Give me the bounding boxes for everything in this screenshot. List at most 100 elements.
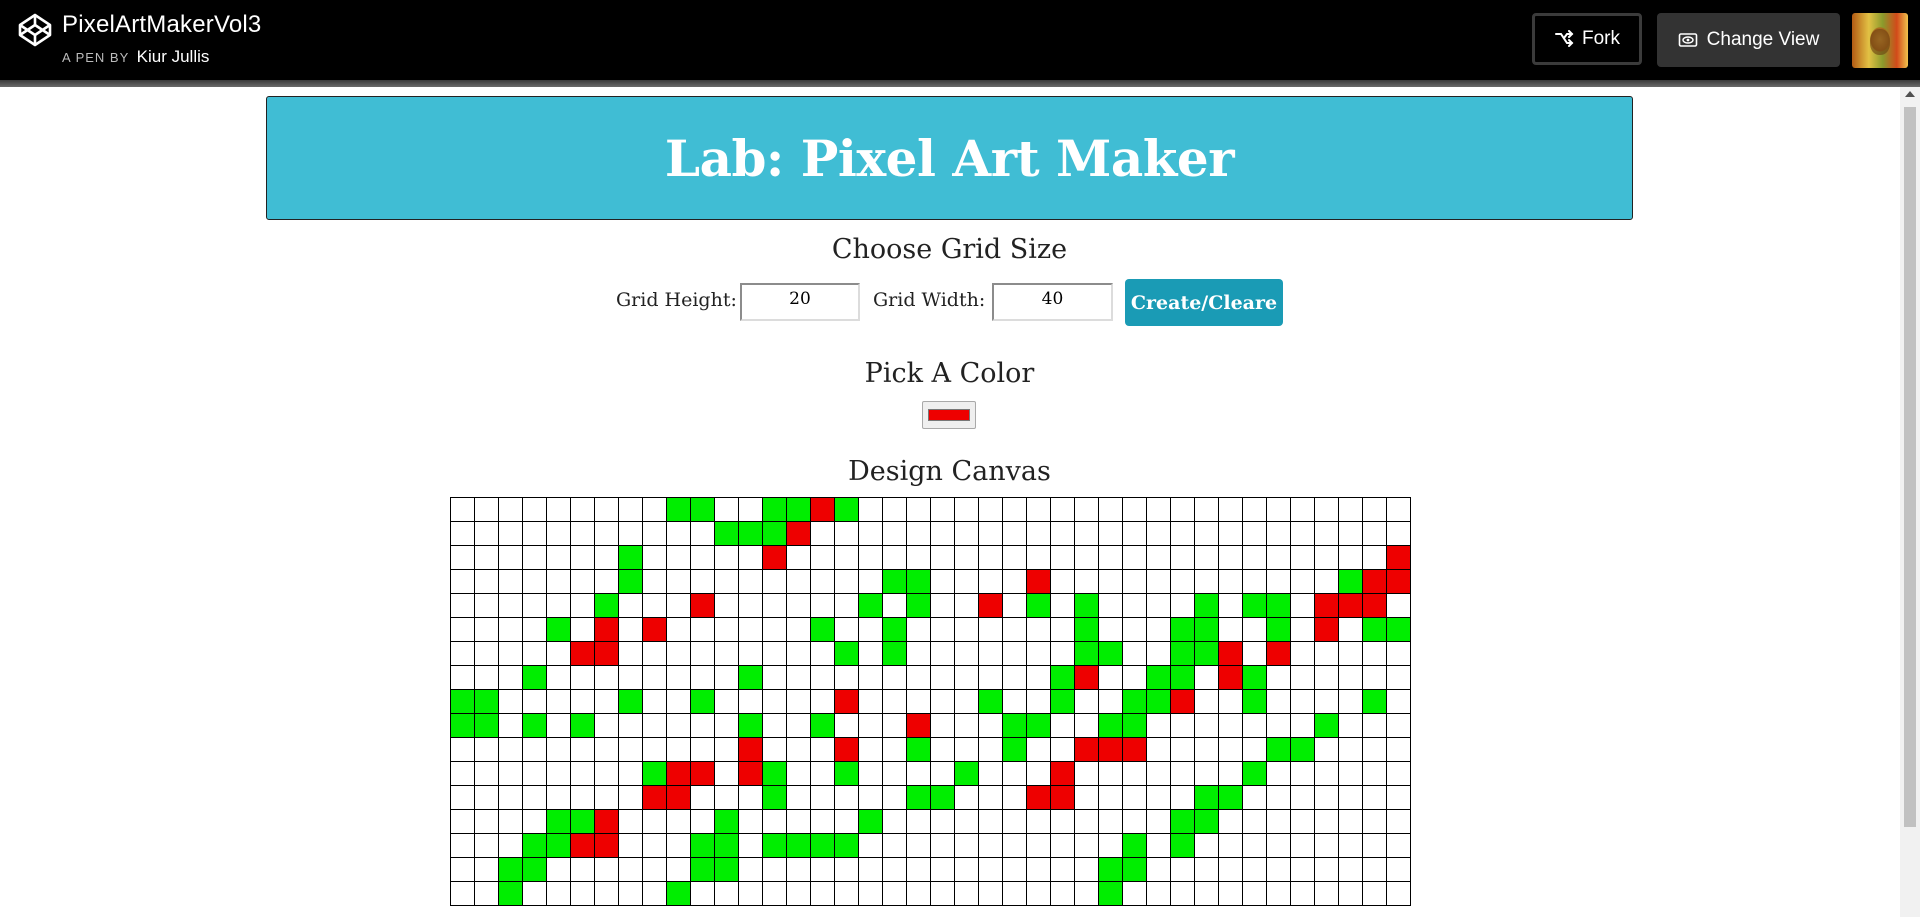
canvas-cell[interactable] xyxy=(1026,617,1051,642)
canvas-cell[interactable] xyxy=(666,569,691,594)
canvas-cell[interactable] xyxy=(1266,665,1291,690)
canvas-cell[interactable] xyxy=(498,545,523,570)
canvas-cell[interactable] xyxy=(690,521,715,546)
canvas-cell[interactable] xyxy=(714,881,739,906)
canvas-cell[interactable] xyxy=(858,569,883,594)
canvas-cell[interactable] xyxy=(738,881,763,906)
canvas-cell[interactable] xyxy=(1050,785,1075,810)
canvas-cell[interactable] xyxy=(1074,785,1099,810)
canvas-cell[interactable] xyxy=(1290,833,1315,858)
canvas-cell[interactable] xyxy=(1026,833,1051,858)
canvas-cell[interactable] xyxy=(498,761,523,786)
canvas-cell[interactable] xyxy=(1098,545,1123,570)
canvas-cell[interactable] xyxy=(1170,737,1195,762)
canvas-cell[interactable] xyxy=(1050,881,1075,906)
canvas-cell[interactable] xyxy=(450,569,475,594)
canvas-cell[interactable] xyxy=(882,737,907,762)
canvas-cell[interactable] xyxy=(498,593,523,618)
canvas-cell[interactable] xyxy=(930,521,955,546)
canvas-cell[interactable] xyxy=(1002,809,1027,834)
canvas-cell[interactable] xyxy=(1386,665,1411,690)
canvas-cell[interactable] xyxy=(594,713,619,738)
canvas-cell[interactable] xyxy=(978,665,1003,690)
canvas-cell[interactable] xyxy=(954,617,979,642)
canvas-cell[interactable] xyxy=(1122,857,1147,882)
canvas-cell[interactable] xyxy=(810,545,835,570)
canvas-cell[interactable] xyxy=(450,785,475,810)
canvas-cell[interactable] xyxy=(1338,833,1363,858)
canvas-cell[interactable] xyxy=(690,593,715,618)
canvas-cell[interactable] xyxy=(954,545,979,570)
canvas-cell[interactable] xyxy=(1314,545,1339,570)
canvas-cell[interactable] xyxy=(882,713,907,738)
canvas-cell[interactable] xyxy=(1170,881,1195,906)
canvas-cell[interactable] xyxy=(1314,617,1339,642)
canvas-cell[interactable] xyxy=(906,617,931,642)
canvas-cell[interactable] xyxy=(1146,497,1171,522)
canvas-cell[interactable] xyxy=(786,617,811,642)
canvas-cell[interactable] xyxy=(1002,761,1027,786)
canvas-cell[interactable] xyxy=(738,761,763,786)
canvas-cell[interactable] xyxy=(450,857,475,882)
canvas-cell[interactable] xyxy=(1362,689,1387,714)
canvas-cell[interactable] xyxy=(1002,617,1027,642)
canvas-cell[interactable] xyxy=(450,617,475,642)
canvas-cell[interactable] xyxy=(738,521,763,546)
canvas-cell[interactable] xyxy=(882,665,907,690)
canvas-cell[interactable] xyxy=(1218,881,1243,906)
canvas-cell[interactable] xyxy=(906,521,931,546)
canvas-cell[interactable] xyxy=(1170,665,1195,690)
canvas-cell[interactable] xyxy=(1194,713,1219,738)
canvas-cell[interactable] xyxy=(1242,665,1267,690)
canvas-cell[interactable] xyxy=(1026,881,1051,906)
canvas-cell[interactable] xyxy=(1242,569,1267,594)
canvas-cell[interactable] xyxy=(546,713,571,738)
canvas-cell[interactable] xyxy=(858,857,883,882)
canvas-cell[interactable] xyxy=(666,521,691,546)
canvas-cell[interactable] xyxy=(786,497,811,522)
canvas-cell[interactable] xyxy=(978,569,1003,594)
canvas-cell[interactable] xyxy=(450,545,475,570)
scrollbar-thumb[interactable] xyxy=(1904,107,1916,827)
canvas-cell[interactable] xyxy=(522,497,547,522)
canvas-cell[interactable] xyxy=(882,785,907,810)
canvas-cell[interactable] xyxy=(522,737,547,762)
canvas-cell[interactable] xyxy=(954,641,979,666)
canvas-cell[interactable] xyxy=(618,857,643,882)
canvas-cell[interactable] xyxy=(1122,713,1147,738)
canvas-cell[interactable] xyxy=(546,761,571,786)
canvas-cell[interactable] xyxy=(978,881,1003,906)
canvas-cell[interactable] xyxy=(1314,785,1339,810)
canvas-cell[interactable] xyxy=(642,737,667,762)
canvas-cell[interactable] xyxy=(522,593,547,618)
canvas-cell[interactable] xyxy=(474,761,499,786)
canvas-cell[interactable] xyxy=(1074,641,1099,666)
canvas-cell[interactable] xyxy=(954,689,979,714)
canvas-cell[interactable] xyxy=(1338,521,1363,546)
canvas-cell[interactable] xyxy=(810,593,835,618)
canvas-cell[interactable] xyxy=(1218,785,1243,810)
canvas-cell[interactable] xyxy=(498,569,523,594)
canvas-cell[interactable] xyxy=(570,641,595,666)
canvas-cell[interactable] xyxy=(954,761,979,786)
canvas-cell[interactable] xyxy=(1266,881,1291,906)
canvas-cell[interactable] xyxy=(1266,809,1291,834)
canvas-cell[interactable] xyxy=(762,881,787,906)
canvas-cell[interactable] xyxy=(1122,545,1147,570)
canvas-cell[interactable] xyxy=(738,641,763,666)
canvas-cell[interactable] xyxy=(570,689,595,714)
canvas-cell[interactable] xyxy=(1242,641,1267,666)
canvas-cell[interactable] xyxy=(570,857,595,882)
canvas-cell[interactable] xyxy=(1362,881,1387,906)
canvas-cell[interactable] xyxy=(474,713,499,738)
canvas-cell[interactable] xyxy=(1050,521,1075,546)
canvas-cell[interactable] xyxy=(1122,785,1147,810)
canvas-cell[interactable] xyxy=(1242,737,1267,762)
canvas-cell[interactable] xyxy=(762,809,787,834)
canvas-cell[interactable] xyxy=(786,569,811,594)
canvas-cell[interactable] xyxy=(738,593,763,618)
canvas-cell[interactable] xyxy=(954,569,979,594)
canvas-cell[interactable] xyxy=(1074,737,1099,762)
canvas-cell[interactable] xyxy=(1386,809,1411,834)
canvas-cell[interactable] xyxy=(1002,857,1027,882)
